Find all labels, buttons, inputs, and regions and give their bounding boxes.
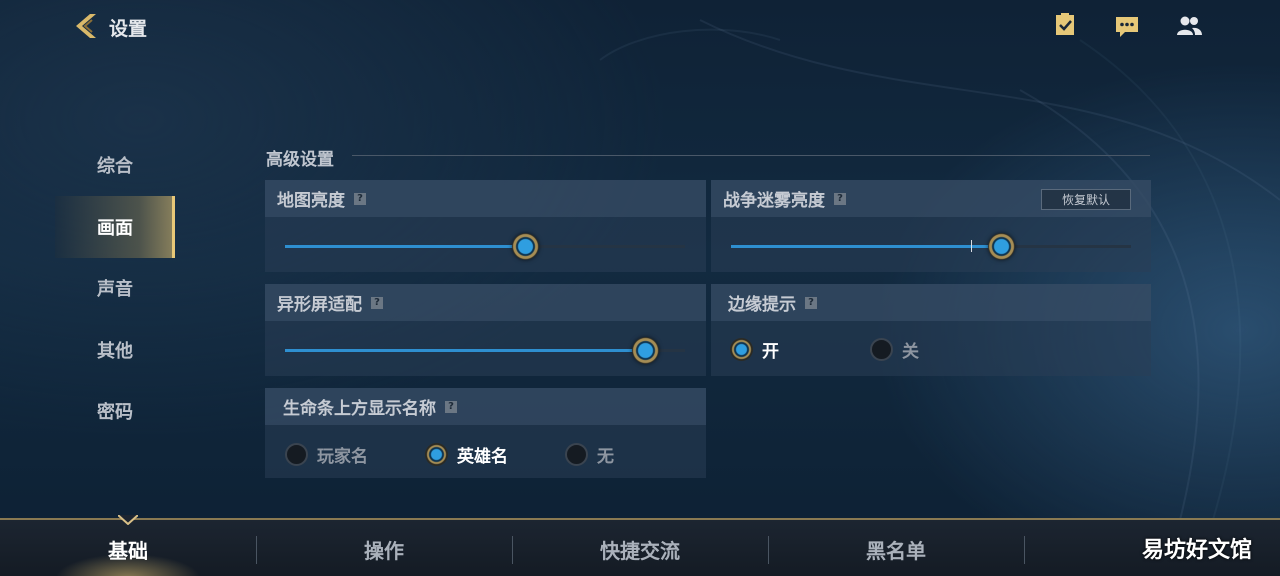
section-divider bbox=[352, 155, 1150, 156]
panel-title: 战争迷雾亮度 bbox=[723, 191, 825, 211]
tab-quick-chat[interactable]: 快捷交流 bbox=[512, 520, 768, 576]
sidebar-item-label: 其他 bbox=[97, 341, 133, 362]
notch-adapt-panel: 异形屏适配 ? bbox=[265, 284, 706, 376]
sidebar-item-label: 画面 bbox=[97, 218, 133, 239]
radio-indicator bbox=[285, 443, 308, 466]
no-name-radio[interactable]: 无 bbox=[565, 442, 614, 467]
radio-indicator bbox=[730, 338, 753, 361]
player-name-radio[interactable]: 玩家名 bbox=[285, 442, 368, 467]
back-button[interactable] bbox=[70, 10, 102, 42]
radio-label: 关 bbox=[902, 342, 919, 362]
map-brightness-panel: 地图亮度 ? bbox=[265, 180, 706, 272]
fog-brightness-panel: 战争迷雾亮度 ? 恢复默认 bbox=[711, 180, 1151, 272]
radio-indicator bbox=[425, 443, 448, 466]
help-icon[interactable]: ? bbox=[354, 192, 366, 205]
sidebar-item-general[interactable]: 综合 bbox=[55, 134, 175, 196]
panel-header: 生命条上方显示名称 ? bbox=[265, 388, 706, 425]
sidebar-item-password[interactable]: 密码 bbox=[55, 380, 175, 442]
edge-hint-panel: 边缘提示 ? 开 关 bbox=[711, 284, 1151, 376]
panel-header: 边缘提示 ? bbox=[711, 284, 1151, 321]
slider-fill bbox=[285, 349, 645, 352]
slider-thumb[interactable] bbox=[632, 337, 659, 364]
panel-title: 生命条上方显示名称 bbox=[283, 399, 436, 419]
map-brightness-slider[interactable] bbox=[285, 233, 685, 260]
default-value-tick bbox=[971, 240, 972, 252]
help-icon[interactable]: ? bbox=[805, 296, 817, 309]
sidebar-item-graphics[interactable]: 画面 bbox=[55, 196, 175, 258]
chat-button[interactable] bbox=[1113, 12, 1141, 40]
chat-icon bbox=[1116, 17, 1138, 37]
slider-fill bbox=[731, 245, 1001, 248]
edge-hint-off-radio[interactable]: 关 bbox=[870, 337, 919, 362]
bottom-tab-bar: 基础 操作 快捷交流 黑名单 bbox=[0, 515, 1280, 576]
reset-default-button[interactable]: 恢复默认 bbox=[1041, 189, 1131, 210]
panel-header: 战争迷雾亮度 ? 恢复默认 bbox=[711, 180, 1151, 217]
radio-label: 开 bbox=[762, 342, 779, 362]
tab-controls[interactable]: 操作 bbox=[256, 520, 512, 576]
panel-title: 地图亮度 bbox=[277, 191, 345, 211]
help-icon[interactable]: ? bbox=[445, 400, 457, 413]
radio-indicator bbox=[870, 338, 893, 361]
page-title: 设置 bbox=[109, 18, 148, 40]
radio-indicator bbox=[565, 443, 588, 466]
radio-label: 玩家名 bbox=[317, 447, 368, 467]
sidebar-item-other[interactable]: 其他 bbox=[55, 319, 175, 381]
slider-thumb[interactable] bbox=[988, 233, 1015, 260]
task-checklist-icon bbox=[1056, 13, 1074, 35]
friends-icon bbox=[1177, 16, 1202, 35]
panel-header: 异形屏适配 ? bbox=[265, 284, 706, 321]
panel-title: 异形屏适配 bbox=[277, 295, 362, 315]
slider-thumb[interactable] bbox=[512, 233, 539, 260]
slider-fill bbox=[285, 245, 525, 248]
name-above-hp-panel: 生命条上方显示名称 ? 玩家名 英雄名 无 bbox=[265, 388, 706, 478]
help-icon[interactable]: ? bbox=[371, 296, 383, 309]
notch-adapt-slider[interactable] bbox=[285, 337, 685, 364]
sidebar-item-sound[interactable]: 声音 bbox=[55, 257, 175, 319]
edge-hint-on-radio[interactable]: 开 bbox=[730, 337, 779, 362]
sidebar-item-label: 综合 bbox=[97, 156, 133, 177]
panel-header: 地图亮度 ? bbox=[265, 180, 706, 217]
section-title: 高级设置 bbox=[266, 150, 334, 170]
watermark: 易坊好文馆 bbox=[1141, 538, 1252, 563]
tab-blacklist[interactable]: 黑名单 bbox=[768, 520, 1024, 576]
tab-basic[interactable]: 基础 bbox=[0, 520, 256, 576]
help-icon[interactable]: ? bbox=[834, 192, 846, 205]
friends-button[interactable] bbox=[1175, 12, 1203, 40]
fog-brightness-slider[interactable] bbox=[731, 233, 1131, 260]
sidebar-item-label: 密码 bbox=[97, 402, 133, 423]
task-checklist-button[interactable] bbox=[1052, 12, 1080, 40]
radio-label: 英雄名 bbox=[457, 447, 508, 467]
back-arrow-icon bbox=[76, 14, 96, 38]
panel-title: 边缘提示 bbox=[728, 295, 796, 315]
sidebar-item-label: 声音 bbox=[97, 279, 133, 300]
hero-name-radio[interactable]: 英雄名 bbox=[425, 442, 508, 467]
radio-label: 无 bbox=[597, 447, 614, 467]
